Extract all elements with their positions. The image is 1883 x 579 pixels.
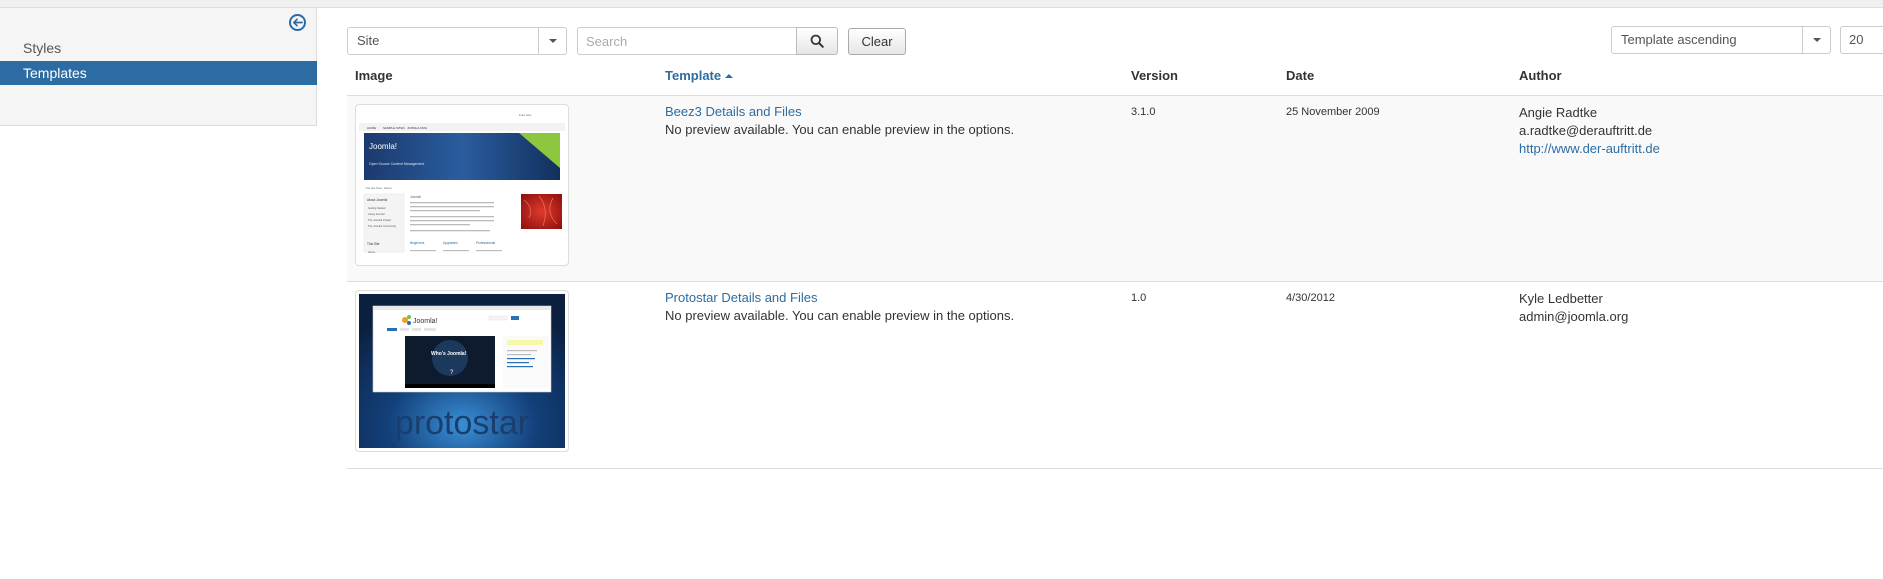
author-name: Angie Radtke <box>1519 105 1598 120</box>
template-thumbnail-protostar[interactable]: Joomla! Who's Joomla! ? protostar <box>355 290 569 452</box>
chevron-down-icon <box>538 28 566 54</box>
table-row: Joomla! Who's Joomla! ? protostar Protos… <box>347 282 1883 469</box>
thumb-article-title: Joomla! <box>410 195 421 199</box>
column-header-date: Date <box>1286 68 1315 83</box>
thumb-top-links: Font size: <box>519 113 532 117</box>
template-author: Angie Radtke a.radtke@derauftritt.de htt… <box>1519 104 1660 158</box>
collapse-sidebar-icon[interactable] <box>289 14 306 31</box>
column-header-template[interactable]: Template <box>665 68 734 83</box>
template-link-protostar[interactable]: Protostar Details and Files <box>665 290 817 305</box>
thumb-about-title: About Joomla! <box>367 198 387 202</box>
author-email: admin@joomla.org <box>1519 309 1629 324</box>
template-date: 4/30/2012 <box>1286 292 1335 304</box>
template-link-beez3[interactable]: Beez3 Details and Files <box>665 104 802 119</box>
sort-ascending-icon <box>725 73 734 78</box>
sidebar-item-styles[interactable]: Styles <box>0 36 317 60</box>
limit-value: 20 <box>1849 32 1864 47</box>
template-version: 1.0 <box>1131 292 1147 304</box>
thumb-about-item-2: Using Joomla! <box>368 212 385 216</box>
thumb-about-item-1: Getting Started <box>368 206 386 210</box>
thumb-col-1: Beginners <box>410 241 425 245</box>
chevron-down-icon <box>1802 27 1830 53</box>
thumb-brand: Joomla! <box>369 142 397 151</box>
sidebar-item-templates[interactable]: Templates <box>0 61 317 85</box>
thumb-site-title: This Site <box>367 242 380 246</box>
thumb-protostar-wordmark: protostar <box>395 404 529 442</box>
thumb-col-3: Professionals <box>476 241 496 245</box>
thumb-breadcrumb: You are here: Home <box>365 186 392 190</box>
top-strip <box>0 0 1883 8</box>
thumb-video-title: Who's Joomla! <box>431 351 467 357</box>
table-row: Font size: HOME SAMPLE SITES JOOMLA.ORG … <box>347 96 1883 282</box>
limit-select[interactable]: 20 <box>1840 26 1883 54</box>
ordering-value: Template ascending <box>1621 32 1737 47</box>
thumb-site-item: Home <box>368 250 375 254</box>
column-header-template-label: Template <box>665 68 722 83</box>
thumb-menu-joomla: JOOMLA.ORG <box>407 126 428 130</box>
client-filter-select[interactable]: Site <box>347 27 567 55</box>
template-author: Kyle Ledbetter admin@joomla.org <box>1519 290 1628 326</box>
search-button[interactable] <box>796 27 838 55</box>
author-name: Kyle Ledbetter <box>1519 291 1603 306</box>
column-header-image: Image <box>355 68 393 83</box>
ordering-select[interactable]: Template ascending <box>1611 26 1831 54</box>
search-input[interactable] <box>577 27 797 55</box>
sidebar: Styles Templates <box>0 8 317 126</box>
template-version: 3.1.0 <box>1131 106 1156 118</box>
thumb-col-2: Upgraders <box>443 241 458 245</box>
template-date: 25 November 2009 <box>1286 106 1380 118</box>
template-note: No preview available. You can enable pre… <box>665 122 1015 137</box>
search-icon <box>810 34 824 48</box>
thumb-menu-home: HOME <box>367 126 376 130</box>
author-url-link[interactable]: http://www.der-auftritt.de <box>1519 140 1660 158</box>
thumb-tagline: Open Source Content Management <box>369 162 424 166</box>
clear-button[interactable]: Clear <box>848 28 906 55</box>
thumb-about-item-4: The Joomla! Community <box>368 224 397 228</box>
template-thumbnail-beez3[interactable]: Font size: HOME SAMPLE SITES JOOMLA.ORG … <box>355 104 569 266</box>
thumb-about-item-3: The Joomla! Project <box>368 218 391 222</box>
column-header-version: Version <box>1131 68 1178 83</box>
thumb-menu-samples: SAMPLE SITES <box>383 126 405 130</box>
client-filter-value: Site <box>357 33 380 48</box>
author-email: a.radtke@derauftritt.de <box>1519 123 1653 138</box>
column-header-author: Author <box>1519 68 1562 83</box>
thumb-protostar-brand: Joomla! <box>413 318 438 325</box>
template-note: No preview available. You can enable pre… <box>665 308 1015 323</box>
